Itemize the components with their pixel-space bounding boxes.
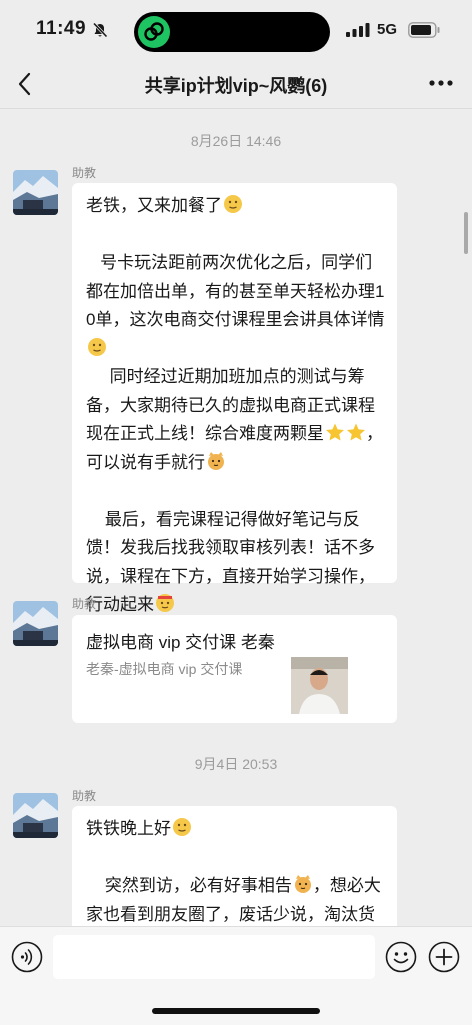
timestamp: 9月4日 20:53 [194, 756, 278, 772]
more-icon[interactable] [428, 79, 454, 87]
emoji-icon [208, 451, 224, 470]
wechat-call-icon[interactable] [138, 16, 170, 48]
avatar[interactable] [13, 793, 58, 838]
battery-icon [408, 22, 440, 38]
chat-area[interactable]: 8月26日 14:46 助教 老铁，又来加餐了 号卡玩法距前两次优化之后，同学们… [0, 109, 472, 926]
status-bar: 11:49 5G [0, 0, 472, 60]
sender-name: 助教 [72, 789, 97, 803]
sender-name: 助教 [72, 166, 97, 180]
message-input[interactable] [53, 935, 375, 979]
avatar[interactable] [13, 170, 58, 215]
message-text: 铁铁晚上好 [86, 819, 171, 838]
emoji-icon [156, 594, 174, 612]
star-icon [347, 423, 365, 441]
voice-icon[interactable] [11, 941, 43, 973]
home-indicator[interactable] [152, 1008, 320, 1014]
card-title: 虚拟电商 vip 交付课 老秦 [86, 633, 275, 652]
message-text: 最后，看完课程记得做好笔记与反馈！发我后找我领取审核列表！话不多说，课程在下方，… [86, 509, 375, 615]
course-link-card[interactable]: 虚拟电商 vip 交付课 老秦 老秦-虚拟电商 vip 交付课 [72, 615, 397, 723]
emoji-icon [88, 337, 106, 356]
sender-name: 助教 [72, 597, 97, 611]
dynamic-island [134, 12, 330, 52]
avatar[interactable] [13, 601, 58, 646]
emoji-icon [294, 875, 311, 893]
nav-bar: 共享ip计划vip~风鹦(6) [0, 60, 472, 109]
message-text: 老铁，又来加餐了 [86, 196, 222, 215]
plus-icon[interactable] [428, 941, 460, 973]
star-icon [326, 423, 344, 441]
emoji-icon [224, 195, 242, 213]
timestamp: 8月26日 14:46 [190, 133, 282, 149]
chat-title: 共享ip计划vip~风鹦(6) [144, 76, 328, 96]
network-label: 5G [377, 21, 398, 38]
message-text: 号卡玩法距前两次优化之后，同学们都在加倍出单，有的甚至单天轻松办理10单，这次电… [86, 253, 385, 329]
mute-icon [92, 22, 108, 38]
scrollbar-thumb[interactable] [464, 212, 468, 254]
message-bubble[interactable]: 老铁，又来加餐了 号卡玩法距前两次优化之后，同学们都在加倍出单，有的甚至单天轻松… [72, 183, 397, 614]
card-subtitle: 老秦-虚拟电商 vip 交付课 [86, 661, 243, 677]
message-text: 突然到访，必有好事相告 [86, 876, 292, 895]
card-thumbnail [291, 657, 348, 714]
sticker-icon[interactable] [385, 941, 417, 973]
emoji-icon [173, 818, 191, 836]
signal-icon [346, 23, 370, 37]
status-time: 11:49 [36, 18, 87, 39]
message-bubble[interactable]: 铁铁晚上好 突然到访，必有好事相告，想必大家也看到朋友圈了，废话少说，淘汰货物实… [72, 806, 397, 926]
